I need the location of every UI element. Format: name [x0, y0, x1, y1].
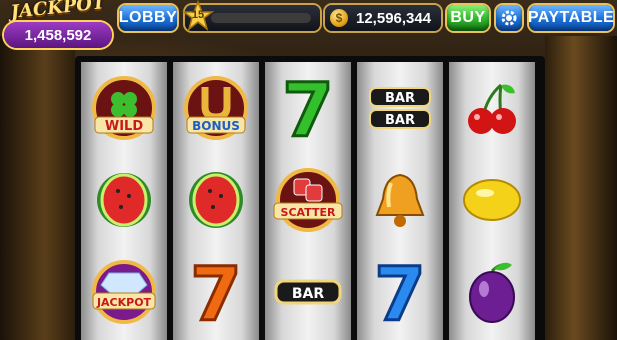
- symbol-seven-green: 7: [265, 62, 351, 156]
- bar-double-bottom-label: BAR: [385, 113, 415, 128]
- bar-double-top-label: BAR: [385, 91, 415, 106]
- jackpot-badge: JACKPOT 1,458,592: [2, 0, 114, 54]
- coin-balance: $ 12,596,344: [325, 5, 441, 31]
- buy-button[interactable]: BUY: [447, 5, 489, 31]
- seven-blue-label: 7: [374, 252, 426, 338]
- symbol-watermelon: [81, 154, 167, 246]
- reel-1: WILD JACKPOT: [81, 62, 167, 340]
- reel-4: BAR BAR 7: [357, 62, 443, 340]
- symbol-bar-single: BAR: [265, 246, 351, 338]
- reel-5: [449, 62, 535, 340]
- symbol-lemon: [449, 154, 535, 246]
- settings-button[interactable]: [496, 5, 522, 31]
- coin-value: 12,596,344: [356, 9, 432, 27]
- symbol-watermelon: [173, 154, 259, 246]
- seven-green-label: 7: [282, 68, 334, 154]
- symbol-bar-double: BAR BAR: [357, 62, 443, 154]
- symbol-plum: [449, 246, 535, 338]
- jackpot-symbol-label: JACKPOT: [96, 296, 152, 309]
- left-machine-frame: [0, 36, 75, 340]
- symbol-scatter: SCATTER: [265, 154, 351, 246]
- symbol-seven-orange: 7: [173, 246, 259, 340]
- symbol-bell: [357, 154, 443, 246]
- reel-3: 7 SCATTER BAR: [265, 62, 351, 340]
- slot-machine: WILD JACKPOT BONUS 7 7 SCATTER BAR BAR B…: [75, 56, 545, 340]
- scatter-label: SCATTER: [281, 206, 336, 219]
- symbol-bonus: BONUS: [173, 62, 259, 154]
- bar-single-label: BAR: [292, 286, 325, 302]
- symbol-jackpot: JACKPOT: [81, 246, 167, 338]
- wild-label: WILD: [105, 119, 143, 134]
- right-machine-frame: [545, 36, 617, 340]
- jackpot-value: 1,458,592: [4, 22, 112, 48]
- level-star-icon: 15: [181, 0, 215, 31]
- symbol-wild: WILD: [81, 62, 167, 154]
- level-progress: 15: [181, 0, 320, 31]
- level-number: 15: [191, 9, 205, 21]
- paytable-button[interactable]: PAYTABLE: [528, 5, 614, 31]
- lobby-button[interactable]: LOBBY: [119, 5, 177, 31]
- level-bar: [211, 13, 311, 23]
- coin-icon: $: [330, 9, 348, 27]
- gear-icon: [501, 10, 517, 26]
- seven-orange-label: 7: [190, 252, 242, 338]
- reel-2: BONUS 7: [173, 62, 259, 340]
- symbol-cherry: [449, 62, 535, 154]
- symbol-seven-blue: 7: [357, 246, 443, 340]
- bonus-label: BONUS: [192, 119, 240, 133]
- jackpot-title: JACKPOT: [9, 0, 107, 23]
